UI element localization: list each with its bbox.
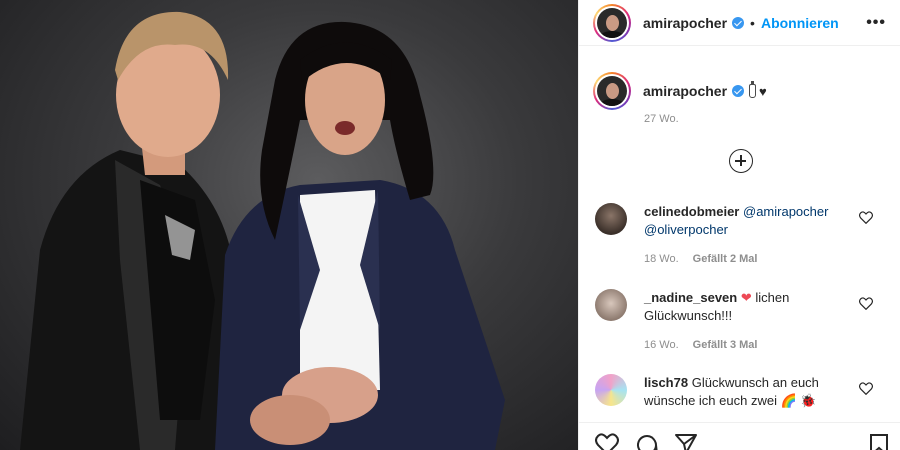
red-heart-icon: ❤	[740, 290, 752, 305]
caption-avatar	[597, 76, 627, 106]
more-options-icon[interactable]: •••	[866, 14, 886, 32]
avatar	[597, 7, 627, 38]
caption-story-ring[interactable]	[593, 72, 631, 110]
post-action-bar	[579, 422, 900, 450]
comment-text: _nadine_seven ❤ lichen Glückwunsch!!!	[644, 289, 854, 325]
bookmark-icon[interactable]	[869, 433, 889, 450]
paper-plane-icon[interactable]	[674, 433, 698, 450]
comment-meta: 16 Wo. Gefällt 3 Mal	[644, 339, 757, 351]
plus-circle-icon[interactable]	[729, 149, 753, 173]
commenter-avatar[interactable]	[595, 289, 627, 321]
comment-username[interactable]: celinedobmeier	[644, 204, 739, 219]
heart-icon[interactable]	[595, 433, 619, 450]
comment-time[interactable]: 18 Wo.	[644, 253, 679, 265]
post-photo[interactable]	[0, 0, 578, 450]
caption-verified-badge-icon	[732, 85, 745, 97]
comment-text: celinedobmeier @amirapocher @oliverpoche…	[644, 203, 854, 239]
story-ring[interactable]	[593, 3, 631, 42]
commenter-avatar[interactable]	[595, 374, 627, 406]
commenter-avatar[interactable]	[595, 203, 627, 235]
instagram-post-viewer: amirapocher • Abonnieren ••• amirapocher…	[0, 0, 900, 450]
comment-bubble-icon[interactable]	[635, 433, 659, 450]
comment-likes[interactable]: Gefällt 2 Mal	[693, 253, 758, 265]
comment-meta: 18 Wo. Gefällt 2 Mal	[644, 253, 757, 265]
comment-like-heart-icon[interactable]	[859, 211, 873, 224]
comment-time[interactable]: 16 Wo.	[644, 339, 679, 351]
post-timestamp[interactable]: 27 Wo.	[644, 113, 679, 125]
comment-username[interactable]: lisch78	[644, 375, 688, 390]
verified-badge-icon	[732, 16, 745, 29]
post-header: amirapocher • Abonnieren •••	[579, 0, 900, 46]
comment-text: lisch78 Glückwunsch an euch wünsche ich …	[644, 374, 854, 410]
rainbow-ladybug-emoji-icon: 🌈 🐞	[780, 393, 817, 408]
comment-username[interactable]: _nadine_seven	[644, 290, 737, 305]
comment-like-heart-icon[interactable]	[859, 297, 873, 310]
caption: amirapocher ♥	[593, 72, 767, 110]
caption-heart: ♥	[759, 83, 767, 99]
comment-like-heart-icon[interactable]	[859, 382, 873, 395]
caption-username[interactable]: amirapocher	[643, 83, 727, 99]
separator-dot: •	[750, 14, 755, 31]
couple-photo-illustration	[20, 11, 505, 450]
comment-mention[interactable]: @oliverpocher	[644, 222, 728, 237]
author-username[interactable]: amirapocher	[643, 15, 727, 31]
comment-likes[interactable]: Gefällt 3 Mal	[693, 339, 758, 351]
comment-mention[interactable]: @amirapocher	[743, 204, 828, 219]
follow-button[interactable]: Abonnieren	[761, 15, 839, 31]
post-side-panel: amirapocher • Abonnieren ••• amirapocher…	[578, 0, 900, 450]
bottle-icon	[749, 81, 757, 98]
